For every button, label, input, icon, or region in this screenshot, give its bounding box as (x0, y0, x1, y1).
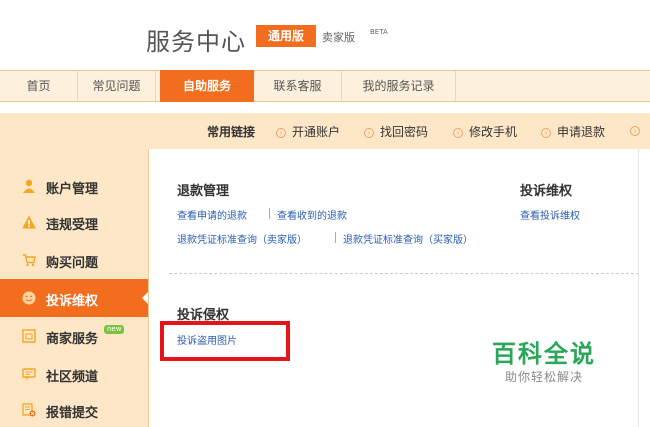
site-title: 服务中心 (146, 28, 246, 56)
arrow-circle-icon: › (630, 126, 640, 136)
version-general-tab[interactable]: 通用版 (256, 25, 316, 47)
chat-icon (22, 368, 36, 380)
watermark-sub-text: 助你轻松解决 (504, 370, 583, 384)
link-refund-voucher-seller[interactable]: 退款凭证标准查询（卖家版） (177, 231, 307, 246)
quick-link-recover-password[interactable]: › 找回密码 (364, 123, 428, 140)
cart-icon (23, 254, 36, 267)
link-separator (269, 208, 270, 219)
person-icon (23, 179, 35, 193)
section-divider (169, 273, 639, 274)
link-view-received-refunds[interactable]: 查看收到的退款 (277, 207, 347, 222)
warning-icon (22, 215, 36, 229)
nav-contact[interactable]: 联系客服 (254, 71, 342, 101)
quick-link-change-phone[interactable]: › 修改手机 (453, 123, 517, 140)
nav-service-records[interactable]: 我的服务记录 (342, 71, 456, 101)
smiley-icon (22, 291, 36, 305)
arrow-circle-icon: › (453, 128, 463, 138)
report-icon (22, 403, 36, 417)
sidebar-item-violation[interactable]: 违规受理 (0, 203, 148, 241)
quick-link-more[interactable]: › (630, 123, 646, 137)
sidebar: 账户管理 违规受理 购买问题 投诉维权 商家服务 new 社区频道 报错提交 (0, 149, 149, 427)
main-nav: 首页 常见问题 自助服务 联系客服 我的服务记录 (0, 70, 650, 102)
quick-links-label: 常用链接 (207, 125, 256, 139)
shop-icon (22, 329, 36, 343)
beta-label: BETA (370, 28, 388, 36)
sidebar-item-complaint[interactable]: 投诉维权 (0, 279, 149, 317)
link-view-complaints[interactable]: 查看投诉维权 (520, 207, 580, 222)
nav-faq[interactable]: 常见问题 (78, 71, 156, 101)
sidebar-item-account[interactable]: 账户管理 (0, 167, 148, 205)
quick-links-bar: 常用链接 › 开通账户 › 找回密码 › 修改手机 › 申请退款 › (0, 113, 650, 149)
arrow-circle-icon: › (541, 128, 551, 138)
main-content: 退款管理 查看申请的退款 查看收到的退款 退款凭证标准查询（卖家版） 退款凭证标… (148, 149, 639, 427)
quick-link-open-account[interactable]: › 开通账户 (276, 123, 340, 140)
sidebar-item-merchant[interactable]: 商家服务 new (0, 317, 148, 355)
new-badge: new (104, 325, 125, 334)
sidebar-item-community[interactable]: 社区频道 (0, 355, 148, 393)
sidebar-item-report[interactable]: 报错提交 (0, 391, 148, 427)
watermark-main-text: 百科全说 (492, 340, 596, 368)
link-separator (335, 232, 336, 243)
arrow-circle-icon: › (276, 128, 286, 138)
scroll-edge (638, 149, 650, 427)
link-view-requested-refunds[interactable]: 查看申请的退款 (177, 207, 247, 222)
quick-link-request-refund[interactable]: › 申请退款 (541, 123, 605, 140)
arrow-circle-icon: › (364, 128, 374, 138)
link-refund-voucher-buyer[interactable]: 退款凭证标准查询（买家版） (343, 231, 473, 246)
refund-management-title: 退款管理 (177, 184, 230, 199)
header: 服务中心 通用版 卖家版 BETA (0, 0, 650, 70)
watermark-logo: 百科全说 助你轻松解决 (484, 340, 604, 385)
highlight-box (160, 321, 290, 361)
nav-self-service[interactable]: 自助服务 (160, 70, 254, 102)
version-seller-tab[interactable]: 卖家版 (322, 29, 355, 45)
sidebar-item-purchase[interactable]: 购买问题 (0, 241, 148, 279)
complaint-rights-title: 投诉维权 (520, 184, 573, 199)
nav-home[interactable]: 首页 (0, 71, 78, 101)
